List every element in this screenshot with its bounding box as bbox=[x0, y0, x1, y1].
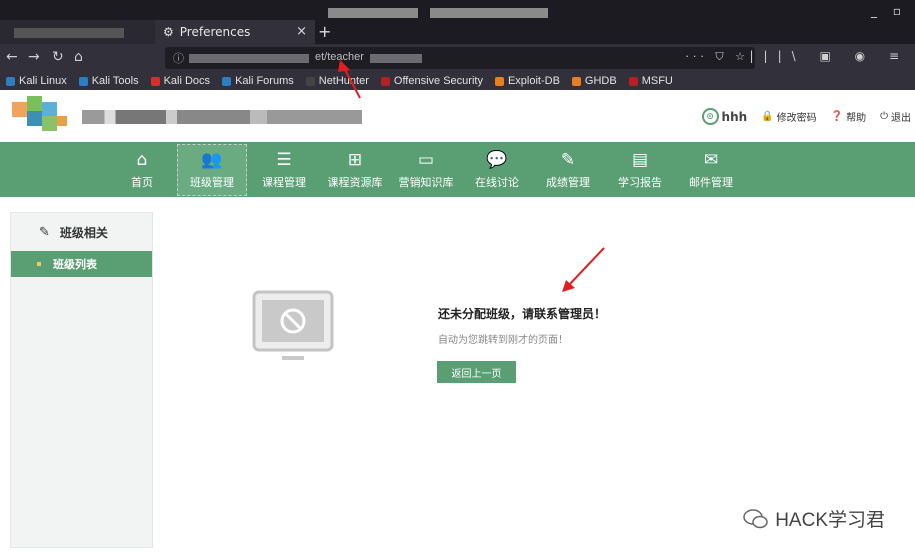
menu-home[interactable]: ⌂ 首页 bbox=[107, 144, 177, 196]
user-icon: ⊙ bbox=[701, 108, 719, 125]
bookmark-kali-tools[interactable]: Kali Tools bbox=[78, 75, 139, 87]
menu-study-report[interactable]: ▤ 学习报告 bbox=[605, 144, 675, 196]
offsec-icon bbox=[380, 76, 390, 86]
main-menu: ⌂ 首页 👥 班级管理 ☰ 课程管理 ⊞ 课程资源库 ▭ 营销知识库 💬 在线讨… bbox=[0, 142, 915, 197]
menu-marketing-knowledge[interactable]: ▭ 营销知识库 bbox=[391, 144, 461, 196]
edit-icon: ✎ bbox=[39, 224, 50, 240]
home-icon[interactable]: ⌂ bbox=[74, 49, 83, 65]
url-actions-icon[interactable]: ··· ⛉ ☆ bbox=[685, 50, 749, 64]
nethunter-icon bbox=[305, 76, 315, 86]
tab-preferences[interactable]: ⚙ Preferences × bbox=[155, 20, 315, 44]
url-bar[interactable]: ⓘ et/teacher ··· ⛉ ☆ bbox=[165, 47, 755, 69]
exploitdb-icon bbox=[494, 76, 504, 86]
bookmark-ghdb[interactable]: GHDB bbox=[571, 75, 617, 87]
chat-icon: 💬 bbox=[486, 150, 508, 170]
list-icon: ☰ bbox=[276, 150, 292, 170]
mail-icon: ✉ bbox=[703, 150, 719, 170]
watermark-text: HACK学习君 bbox=[775, 510, 885, 531]
bookmark-offensive-security[interactable]: Offensive Security bbox=[380, 75, 483, 87]
site-logo bbox=[12, 96, 74, 140]
wechat-icon bbox=[743, 508, 768, 528]
bookmark-msfu[interactable]: MSFU bbox=[628, 75, 673, 87]
bullet-icon bbox=[37, 262, 41, 266]
ghdb-icon bbox=[571, 76, 581, 86]
kali-icon bbox=[6, 76, 15, 86]
url-redacted bbox=[370, 54, 422, 63]
window-title-redacted bbox=[430, 8, 548, 18]
bookmark-kali-docs[interactable]: Kali Docs bbox=[150, 75, 210, 87]
menu-online-discussion[interactable]: 💬 在线讨论 bbox=[462, 144, 532, 196]
new-tab-button[interactable]: + bbox=[318, 22, 331, 41]
menu-course-management[interactable]: ☰ 课程管理 bbox=[249, 144, 319, 196]
site-name-redacted bbox=[82, 110, 362, 124]
bookmark-exploit-db[interactable]: Exploit-DB bbox=[494, 75, 560, 87]
sidebar: ✎ 班级相关 班级列表 bbox=[10, 212, 153, 548]
browser-nav-bar: ← → ↻ ⌂ ⓘ et/teacher ··· ⛉ ☆ |||\ ▣ ◉ ≡ bbox=[0, 44, 915, 72]
back-button[interactable]: 返回上一页 bbox=[437, 361, 516, 383]
sitemap-icon: ⊞ bbox=[347, 150, 363, 170]
change-password-link[interactable]: 🔒 修改密码 bbox=[761, 109, 816, 124]
help-link[interactable]: ❓ 帮助 bbox=[831, 109, 866, 124]
sidebar-heading: ✎ 班级相关 bbox=[39, 224, 108, 240]
gear-icon: ⚙ bbox=[163, 25, 174, 39]
empty-state-subtitle: 自动为您跳转到刚才的页面！ bbox=[438, 335, 568, 346]
tab-redacted[interactable] bbox=[0, 20, 155, 44]
browser-tab-bar: ⚙ Preferences × + _ ▫ bbox=[0, 0, 915, 44]
site-header: ⊙ hhh 🔒 修改密码 ❓ 帮助 ⏻ 退出 bbox=[0, 90, 915, 142]
monitor-blocked-icon bbox=[252, 290, 334, 360]
close-tab-icon[interactable]: × bbox=[296, 24, 307, 39]
menu-grade-management[interactable]: ✎ 成绩管理 bbox=[533, 144, 603, 196]
menu-mail-management[interactable]: ✉ 邮件管理 bbox=[676, 144, 746, 196]
menu-class-management[interactable]: 👥 班级管理 bbox=[177, 144, 247, 196]
kali-icon bbox=[222, 76, 232, 86]
power-icon: ⏻ bbox=[880, 111, 888, 122]
info-icon[interactable]: ⓘ bbox=[173, 50, 184, 66]
url-redacted bbox=[189, 54, 309, 63]
watermark: HACK学习君 bbox=[743, 505, 885, 532]
bookmark-nethunter[interactable]: NetHunter bbox=[305, 75, 369, 87]
sidebar-item-class-list[interactable]: 班级列表 bbox=[11, 251, 152, 277]
logout-link[interactable]: ⏻ 退出 bbox=[880, 109, 911, 124]
window-title-redacted bbox=[328, 8, 418, 18]
window-buttons[interactable]: _ ▫ bbox=[871, 4, 907, 18]
report-icon: ▤ bbox=[631, 150, 649, 170]
kali-icon bbox=[78, 76, 88, 86]
class-people-icon: 👥 bbox=[201, 150, 223, 170]
grade-icon: ✎ bbox=[560, 150, 576, 170]
bookmarks-bar: Kali Linux Kali Tools Kali Docs Kali For… bbox=[0, 72, 915, 90]
user-menu[interactable]: ⊙ hhh bbox=[701, 108, 748, 125]
bookmark-kali-linux[interactable]: Kali Linux bbox=[6, 75, 67, 87]
inbox-icon: ▭ bbox=[417, 150, 435, 170]
bookmark-kali-forums[interactable]: Kali Forums bbox=[222, 75, 294, 87]
help-icon: ❓ bbox=[830, 111, 844, 122]
home-icon: ⌂ bbox=[136, 150, 148, 170]
forward-icon[interactable]: → bbox=[28, 49, 40, 65]
tab-title: Preferences bbox=[179, 25, 251, 39]
back-icon[interactable]: ← bbox=[6, 49, 18, 65]
menu-course-resources[interactable]: ⊞ 课程资源库 bbox=[320, 144, 390, 196]
lock-icon: 🔒 bbox=[761, 111, 774, 122]
username: hhh bbox=[721, 109, 748, 124]
msfu-icon bbox=[628, 76, 638, 86]
docs-icon bbox=[150, 76, 160, 86]
toolbar-icons[interactable]: |||\ ▣ ◉ ≡ bbox=[750, 49, 909, 63]
url-text: et/teacher bbox=[315, 51, 364, 63]
empty-state-title: 还未分配班级，请联系管理员！ bbox=[438, 307, 607, 321]
reload-icon[interactable]: ↻ bbox=[52, 49, 64, 65]
user-toolbar: ⊙ hhh 🔒 修改密码 ❓ 帮助 ⏻ 退出 bbox=[701, 108, 911, 125]
